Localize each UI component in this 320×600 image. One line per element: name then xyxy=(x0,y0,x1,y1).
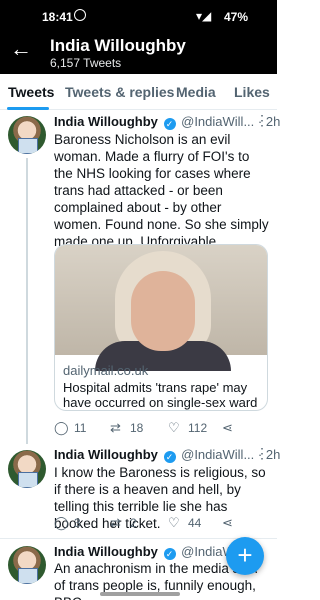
avatar[interactable] xyxy=(8,450,46,488)
verified-badge-icon: ✓ xyxy=(163,451,176,463)
tweet-handle: @IndiaWill... xyxy=(181,447,255,462)
reply-icon: ◯ xyxy=(54,420,69,435)
link-card-image xyxy=(55,245,267,371)
verified-badge-icon: ✓ xyxy=(163,548,176,560)
verified-badge-icon: ✓ xyxy=(163,118,176,130)
retweet-icon: ⇄ xyxy=(110,420,121,435)
tweet-author[interactable]: India Willoughby xyxy=(54,544,158,559)
signal-icon: ▾◢ xyxy=(196,9,212,23)
tab-media[interactable]: Media xyxy=(176,84,216,100)
tweet-meta: India Willoughby ✓ @IndiaWill... · 2h xyxy=(54,114,280,130)
more-icon[interactable]: ⋮ xyxy=(255,445,269,462)
reply-count: 11 xyxy=(74,421,87,435)
status-bar: 18:41 ▾◢ 47% xyxy=(0,0,277,32)
thread-line xyxy=(26,158,28,444)
tweet-author[interactable]: India Willoughby xyxy=(54,447,158,462)
tweet-count: 6,157 Tweets xyxy=(50,56,122,70)
tab-likes[interactable]: Likes xyxy=(234,84,270,100)
reply-button[interactable]: ◯ 3 xyxy=(54,515,81,531)
reply-button[interactable]: ◯ 11 xyxy=(54,420,86,436)
tweet-actions: ◯ 3 ⇄ 2 ♡ 44 ⋖ xyxy=(54,515,254,533)
link-card-domain: dailymail.co.uk xyxy=(63,363,149,378)
share-button[interactable]: ⋖ xyxy=(222,420,242,436)
profile-header: ← India Willoughby 6,157 Tweets xyxy=(0,32,277,74)
tweet-meta: India Willoughby ✓ @IndiaWill... · 2h xyxy=(54,447,280,463)
active-tab-indicator xyxy=(7,107,49,110)
tweet-handle: @IndiaWill... xyxy=(181,114,255,129)
heart-icon: ♡ xyxy=(168,420,180,435)
home-indicator[interactable] xyxy=(100,592,180,596)
more-icon[interactable]: ⋮ xyxy=(255,112,269,129)
like-count: 44 xyxy=(188,516,202,530)
share-icon: ⋖ xyxy=(222,420,233,435)
reply-count: 3 xyxy=(74,516,81,530)
retweet-button[interactable]: ⇄ 2 xyxy=(110,515,137,531)
tweet-actions: ◯ 11 ⇄ 18 ♡ 112 ⋖ xyxy=(54,420,254,438)
profile-tabs: Tweets Tweets & replies Media Likes xyxy=(0,74,277,110)
whatsapp-notification-icon xyxy=(74,9,86,21)
profile-name: India Willoughby xyxy=(50,36,186,55)
battery-level: 47% xyxy=(224,10,249,24)
retweet-count: 2 xyxy=(130,516,137,530)
reply-icon: ◯ xyxy=(54,515,69,530)
share-icon: ⋖ xyxy=(222,515,233,530)
link-card-title: Hospital admits 'trans rape' may have oc… xyxy=(63,380,258,410)
retweet-icon: ⇄ xyxy=(110,515,121,530)
retweet-button[interactable]: ⇄ 18 xyxy=(110,420,143,436)
avatar[interactable] xyxy=(8,116,46,154)
status-time: 18:41 xyxy=(42,10,73,24)
tweet-meta: India Willoughby ✓ @IndiaWill... xyxy=(54,544,254,560)
tab-tweets[interactable]: Tweets xyxy=(8,84,54,100)
compose-icon: + xyxy=(237,540,253,570)
heart-icon: ♡ xyxy=(168,515,180,530)
share-button[interactable]: ⋖ xyxy=(222,515,242,531)
back-arrow-icon[interactable]: ← xyxy=(10,38,32,60)
link-card[interactable]: dailymail.co.uk Hospital admits 'trans r… xyxy=(54,244,268,411)
tweet-author[interactable]: India Willoughby xyxy=(54,114,158,129)
avatar[interactable] xyxy=(8,546,46,584)
like-button[interactable]: ♡ 112 xyxy=(168,420,207,436)
retweet-count: 18 xyxy=(130,421,144,435)
like-button[interactable]: ♡ 44 xyxy=(168,515,201,531)
tab-tweets-replies[interactable]: Tweets & replies xyxy=(65,84,174,100)
like-count: 112 xyxy=(188,421,208,435)
compose-tweet-button[interactable]: + xyxy=(226,537,264,575)
